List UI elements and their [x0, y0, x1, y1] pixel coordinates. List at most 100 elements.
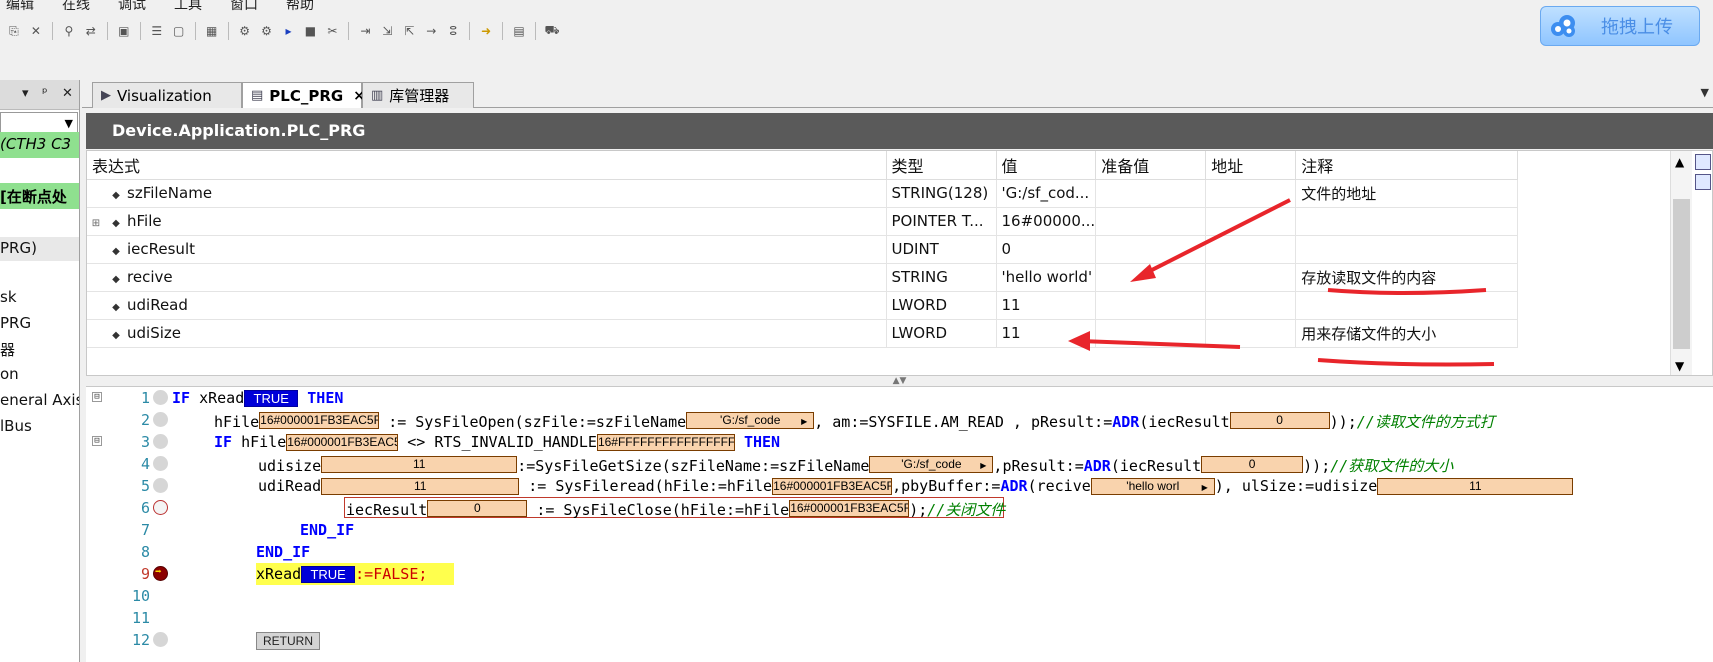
inline-value[interactable]: 16#000001FB3EAC5F58 [789, 500, 910, 517]
tree-item-device[interactable]: (CTH3 C3 [0, 132, 79, 158]
tab-visualization[interactable]: ▶ Visualization [92, 82, 242, 108]
tree-item-general-axis[interactable]: eneral Axis [0, 391, 79, 409]
breakpoint-gutter[interactable] [153, 632, 168, 647]
table-row[interactable]: ◆ iecResult UDINT 0 [87, 235, 1519, 264]
col-type[interactable]: 类型 [886, 151, 997, 180]
inline-value[interactable]: 16#000001FB3EAC5F58 [286, 434, 399, 451]
watch-scrollbar[interactable]: ▲ ▼ [1670, 151, 1692, 375]
inline-value[interactable]: 0 [427, 500, 528, 517]
run-icon[interactable]: ▸ [281, 23, 297, 39]
col-address[interactable]: 地址 [1205, 151, 1297, 180]
upload-button[interactable]: 拖拽上传 [1540, 6, 1700, 46]
prepared-cell[interactable] [1095, 207, 1207, 236]
tree-item-prg[interactable]: PRG [0, 314, 31, 332]
code-editor[interactable]: ⊟ 1 IF xRead TRUE THEN 2 hFile16#000001FB… [86, 386, 1713, 662]
breakpoint-gutter[interactable] [153, 456, 168, 471]
replace-icon[interactable]: ⇄ [83, 23, 99, 39]
delete-icon[interactable]: ✕ [28, 23, 44, 39]
expand-value-icon[interactable]: ▶ [1202, 480, 1208, 494]
tab-plc-prg[interactable]: ▤ PLC_PRG × [242, 82, 365, 108]
menu-debug[interactable]: 调试 [118, 0, 146, 13]
watch-icon[interactable]: ▤ [511, 23, 527, 39]
cart-icon[interactable]: ⛟ [544, 23, 560, 39]
expand-value-icon[interactable]: ▶ [980, 458, 986, 472]
inline-value[interactable]: 16#000001FB3EAC5F58 [259, 412, 380, 429]
table-row[interactable]: ◆ recive STRING 'hello world' 存放读取文件的内容 [87, 263, 1519, 292]
col-comment[interactable]: 注释 [1295, 151, 1519, 180]
tree-item-bus[interactable]: lBus [0, 417, 32, 435]
inline-value[interactable]: 0 [1201, 456, 1304, 473]
inline-value[interactable]: 'G:/sf_code ▶ [686, 412, 815, 429]
current-position-icon[interactable] [153, 565, 168, 581]
stop-icon[interactable]: ■ [302, 23, 318, 39]
inline-value[interactable]: 11 [321, 456, 518, 473]
step-into-icon[interactable]: ⇲ [379, 23, 395, 39]
prepared-cell[interactable] [1095, 263, 1207, 292]
inline-value[interactable]: 16#FFFFFFFFFFFFFFFF [596, 434, 735, 451]
inline-value[interactable]: TRUE [244, 390, 299, 407]
breakpoint-gutter[interactable] [153, 390, 168, 405]
prepared-cell[interactable] [1095, 319, 1207, 348]
tree-item-on[interactable]: on [0, 365, 19, 383]
find-icon[interactable]: ⚲ [61, 23, 77, 39]
col-prepared-value[interactable]: 准备值 [1095, 151, 1207, 180]
menu-online[interactable]: 在线 [62, 0, 90, 13]
inline-value[interactable]: 11 [321, 478, 520, 495]
diagram-icon[interactable]: ▦ [204, 23, 220, 39]
inline-value[interactable]: 16#000001FB3EAC5F58 [772, 478, 893, 495]
inline-value[interactable]: TRUE [301, 566, 356, 583]
menu-help[interactable]: 帮助 [286, 0, 314, 13]
fold-toggle-icon[interactable]: ⊟ [92, 392, 102, 402]
scroll-down-icon[interactable]: ▼ [1675, 359, 1684, 373]
expand-icon[interactable]: ⊞ [87, 218, 105, 229]
inline-value[interactable]: 11 [1377, 478, 1574, 495]
reset-icon[interactable]: ✂ [324, 23, 340, 39]
breakpoint-gutter[interactable] [153, 412, 168, 427]
tree-item-app-status[interactable]: [在断点处 [0, 183, 79, 209]
toolbox-icon[interactable] [1695, 174, 1711, 190]
login-icon[interactable]: ⚙ [237, 23, 253, 39]
scroll-up-icon[interactable]: ▲ [1675, 155, 1684, 169]
close-icon[interactable]: ✕ [62, 86, 73, 101]
dropdown-arrow-icon[interactable]: ▾ [22, 86, 29, 101]
fold-toggle-icon[interactable]: ⊟ [92, 436, 102, 446]
tree-item-manager[interactable]: 器 [0, 339, 15, 360]
new-file-icon[interactable]: ▢ [171, 23, 187, 39]
tree-item-task[interactable]: sk [0, 288, 17, 306]
breakpoint-icon[interactable]: ⵓ [445, 23, 461, 39]
tab-list-icon[interactable]: ▼ [1701, 86, 1709, 99]
col-value[interactable]: 值 [996, 151, 1097, 180]
tab-library-manager[interactable]: ▥ 库管理器 [362, 82, 474, 108]
splitter-handle[interactable]: ▲▼ [86, 376, 1713, 386]
select-all-icon[interactable]: ▣ [116, 23, 132, 39]
write-icon[interactable]: ➜ [478, 23, 494, 39]
step-over-icon[interactable]: ⇥ [357, 23, 373, 39]
table-row[interactable]: ⊞ ◆ hFile POINTER T... 16#00000... [87, 207, 1519, 236]
step-out-icon[interactable]: ⇱ [401, 23, 417, 39]
menu-tools[interactable]: 工具 [174, 0, 202, 13]
run-to-cursor-icon[interactable]: → [423, 23, 439, 39]
table-row[interactable]: ◆ udiSize LWORD 11 用来存储文件的大小 [87, 319, 1519, 348]
inline-value[interactable]: 'hello worl ▶ [1090, 478, 1215, 495]
menu-window[interactable]: 窗口 [230, 0, 258, 13]
expand-value-icon[interactable]: ▶ [801, 414, 807, 428]
prepared-cell[interactable] [1095, 235, 1207, 264]
properties-icon[interactable] [1695, 154, 1711, 170]
breakpoint-gutter[interactable] [153, 434, 168, 449]
menu-icon[interactable]: ☰ [149, 23, 165, 39]
col-expression[interactable]: 表达式 [87, 151, 887, 180]
menu-edit[interactable]: 编辑 [6, 0, 34, 13]
logout-icon[interactable]: ⚙ [259, 23, 275, 39]
pin-icon[interactable]: ᵖ [42, 86, 48, 101]
scroll-thumb[interactable] [1673, 199, 1690, 349]
table-row[interactable]: ◆ udiRead LWORD 11 [87, 291, 1519, 320]
breakpoint-gutter[interactable] [153, 478, 168, 493]
inline-value[interactable]: 'G:/sf_code ▶ [869, 456, 994, 473]
tree-item-plc-prg[interactable]: PRG) [0, 237, 79, 261]
prepared-cell[interactable] [1095, 291, 1207, 320]
copy-icon[interactable]: ⎘ [6, 23, 22, 39]
breakpoint-icon[interactable] [153, 500, 168, 515]
inline-value[interactable]: 0 [1229, 412, 1330, 429]
table-row[interactable]: ◆ szFileName STRING(128) 'G:/sf_cod... 文件… [87, 179, 1519, 208]
prepared-cell[interactable] [1095, 179, 1207, 208]
